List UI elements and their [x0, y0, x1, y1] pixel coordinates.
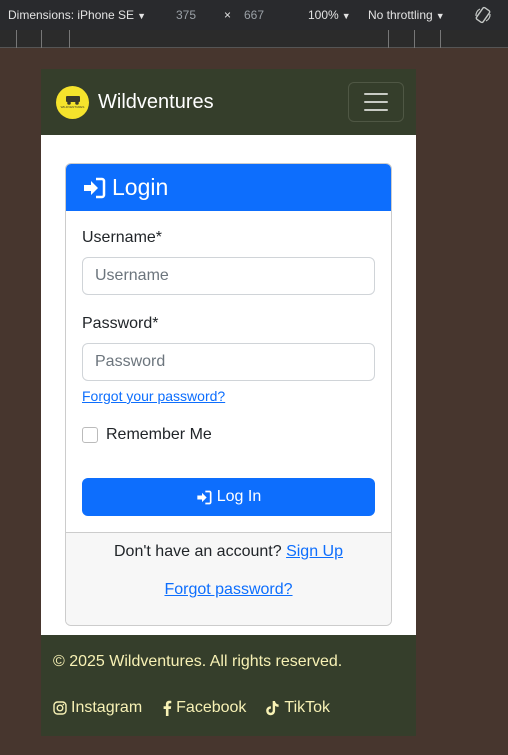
facebook-link[interactable]: Facebook: [162, 699, 246, 717]
no-account-text: Don't have an account?: [114, 543, 282, 560]
remember-me: Remember Me: [82, 426, 375, 444]
chevron-down-icon: ▼: [435, 11, 445, 21]
ruler-tick: [69, 30, 70, 48]
instagram-label: Instagram: [71, 699, 143, 716]
sign-in-icon: [197, 490, 212, 504]
menu-bar-icon: [364, 109, 388, 111]
login-button[interactable]: Log In: [82, 478, 375, 516]
facebook-label: Facebook: [176, 699, 247, 716]
rotate-icon[interactable]: [474, 6, 492, 24]
device-label: Dimensions: iPhone SE: [8, 8, 135, 22]
navbar-toggler-button[interactable]: [348, 82, 404, 122]
main-content: Login Username* Password* Forgot your pa…: [41, 135, 416, 635]
forgot-password-link[interactable]: Forgot your password?: [82, 388, 375, 404]
remember-me-checkbox[interactable]: [82, 427, 98, 443]
logo-text: WILDVENTURES: [60, 105, 85, 109]
height-input[interactable]: 667: [244, 8, 264, 22]
copyright-text: © 2025 Wildventures. All rights reserved…: [53, 653, 343, 670]
dimension-separator: ×: [224, 8, 232, 22]
username-input[interactable]: [82, 257, 375, 295]
instagram-icon: [53, 701, 67, 715]
login-form: Username* Password* Forgot your password…: [66, 211, 391, 532]
brand-name[interactable]: Wildventures: [98, 91, 214, 114]
tiktok-link[interactable]: TikTok: [266, 699, 330, 717]
zoom-label: 100%: [308, 8, 339, 22]
login-button-label: Log In: [216, 488, 262, 505]
brand-logo[interactable]: WILDVENTURES: [56, 85, 89, 119]
remember-me-label: Remember Me: [106, 426, 212, 443]
login-card-footer: Don't have an account? Sign Up Forgot pa…: [66, 532, 391, 625]
jeep-icon: [65, 96, 80, 105]
zoom-select[interactable]: 100% ▼: [308, 8, 351, 22]
social-links: Instagram Facebook TikTok: [53, 699, 404, 717]
device-viewport: WILDVENTURES Wildventures Login Username…: [41, 69, 416, 736]
sign-in-icon: [84, 177, 106, 198]
ruler-tick: [414, 30, 415, 48]
tiktok-icon: [266, 701, 280, 716]
password-input[interactable]: [82, 343, 375, 381]
menu-bar-icon: [364, 93, 388, 95]
ruler-tick: [388, 30, 389, 48]
tiktok-label: TikTok: [284, 699, 331, 716]
password-label: Password*: [82, 315, 159, 332]
facebook-icon: [163, 700, 172, 716]
throttling-select[interactable]: No throttling ▼: [368, 8, 445, 22]
chevron-down-icon: ▼: [341, 11, 351, 21]
device-ruler: [0, 30, 508, 48]
chevron-down-icon: ▼: [137, 11, 146, 21]
ruler-tick: [440, 30, 441, 48]
login-title: Login: [112, 174, 169, 200]
login-card-header: Login: [66, 164, 391, 211]
navbar: WILDVENTURES Wildventures: [41, 69, 416, 135]
site-footer: © 2025 Wildventures. All rights reserved…: [41, 635, 416, 736]
instagram-link[interactable]: Instagram: [53, 699, 142, 717]
sign-up-link[interactable]: Sign Up: [286, 543, 343, 560]
ruler-tick: [41, 30, 42, 48]
ruler-tick: [16, 30, 17, 48]
username-label: Username*: [82, 229, 163, 246]
menu-bar-icon: [364, 101, 388, 103]
device-select[interactable]: Dimensions: iPhone SE ▼: [8, 8, 146, 22]
login-card: Login Username* Password* Forgot your pa…: [65, 163, 392, 626]
footer-forgot-password-link[interactable]: Forgot password?: [66, 581, 391, 599]
width-input[interactable]: 375: [176, 8, 196, 22]
throttling-label: No throttling: [368, 8, 433, 22]
devtools-toolbar: Dimensions: iPhone SE ▼ 375 × 667 100% ▼ N…: [0, 0, 508, 30]
